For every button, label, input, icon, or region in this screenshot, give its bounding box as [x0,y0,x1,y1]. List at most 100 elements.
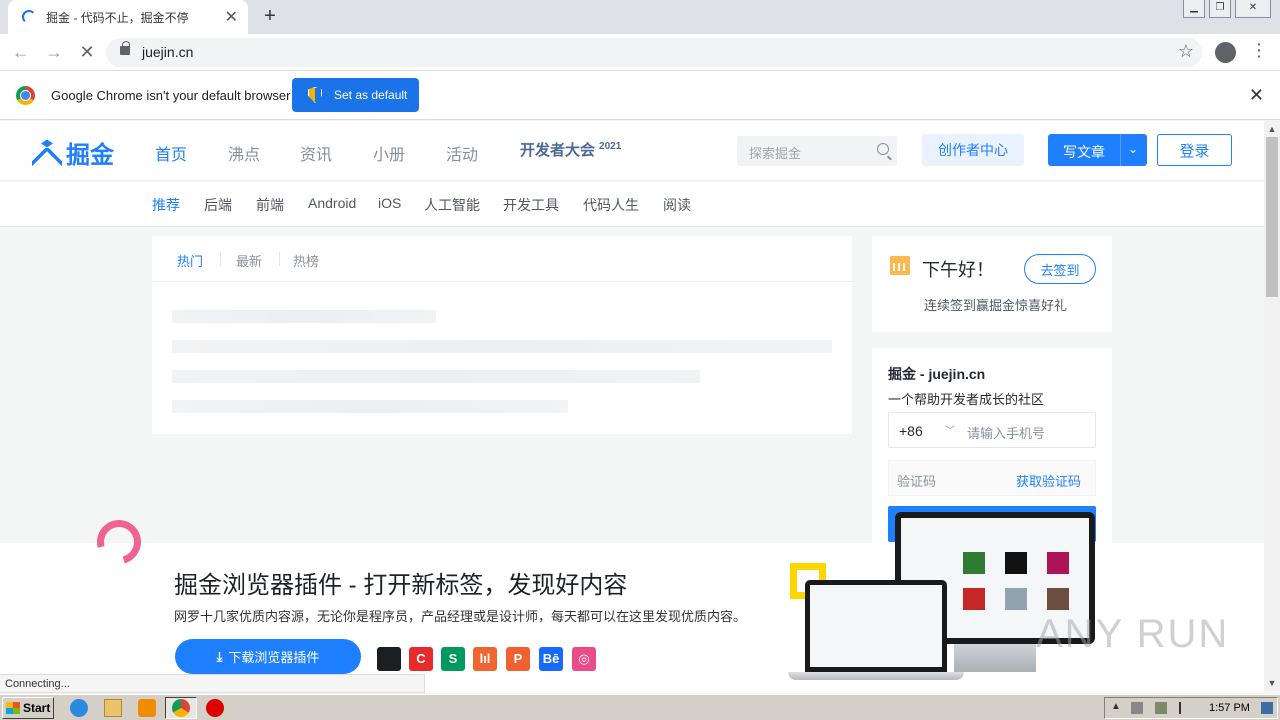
tab-ranking[interactable]: 热榜 [293,251,319,270]
profile-avatar-icon[interactable] [1215,42,1236,63]
search-input[interactable]: 探索掘金 [737,136,897,166]
nav-events[interactable]: 活动 [446,141,478,165]
conference-year: 2021 [599,141,622,152]
url-text: juejin.cn [142,44,194,60]
get-code-button[interactable]: 获取验证码 [1016,471,1081,490]
country-code-select[interactable]: +86 [899,423,923,439]
phone-field[interactable]: +86 ﹀ 请输入手机号 [888,412,1096,448]
login-card-title: 掘金 - juejin.cn [888,366,986,382]
category-backend[interactable]: 后端 [204,195,232,215]
verification-code-field[interactable]: 验证码 获取验证码 [888,460,1096,496]
thumbnail-image [1005,588,1027,610]
scroll-up-icon[interactable]: ▲ [1264,121,1280,137]
laptop-base [788,672,964,680]
new-tab-button[interactable]: + [258,4,282,28]
close-window-button[interactable]: ✕ [1235,0,1271,18]
github-icon [377,647,401,671]
windows-logo-icon [6,702,20,714]
search-icon[interactable] [877,143,889,155]
scrollbar-thumb[interactable] [1266,137,1278,297]
category-dev-tools[interactable]: 开发工具 [503,195,559,215]
nav-pins[interactable]: 沸点 [228,141,260,165]
signin-card: 下午好！ 去签到 连续签到赢掘金惊喜好礼 [872,236,1112,332]
set-as-default-label: Set as default [334,88,408,102]
taskbar-clock[interactable]: 1:57 PM [1209,702,1250,714]
calendar-icon [890,256,910,275]
category-code-life[interactable]: 代码人生 [583,195,639,215]
media-player-icon[interactable] [138,699,156,717]
minimize-button[interactable]: ▁ [1183,0,1205,18]
promo-headline: 掘金浏览器插件 - 打开新标签，发现好内容 [174,572,628,599]
skeleton-line [172,310,436,323]
tab-strip: 掘金 - 代码不止，掘金不停 ✕ + ▁ ❐ ✕ [0,0,1280,34]
close-tab-icon[interactable]: ✕ [225,7,238,27]
category-recommended[interactable]: 推荐 [152,195,180,215]
creator-center-button[interactable]: 创作者中心 [922,134,1024,166]
set-as-default-button[interactable]: Set as default [292,78,419,112]
stop-button[interactable]: ✕ [75,40,99,64]
menu-kebab-icon[interactable]: ⋮ [1250,40,1268,61]
developer-conference-link[interactable]: 开发者大会 2021 [520,139,621,160]
thumbnail-image [963,588,985,610]
juejin-logo-icon [32,140,62,166]
bookmark-star-icon[interactable]: ☆ [1178,41,1194,62]
speaker-icon[interactable] [1131,702,1143,714]
security-alert-icon[interactable] [206,699,224,717]
promo-description: 网罗十几家优质内容源，无论你是程序员，产品经理或是设计师，每天都可以在这里发现优… [174,609,747,624]
infobar-message: Google Chrome isn't your default browser [51,88,291,103]
tab-hot[interactable]: 热门 [177,251,203,270]
nav-home[interactable]: 首页 [155,141,187,165]
windows-taskbar: Start ▲ 1:57 PM [0,694,1280,720]
login-button[interactable]: 登录 [1157,134,1232,166]
write-article-button[interactable]: 写文章 ⌄ [1048,134,1147,166]
nav-books[interactable]: 小册 [373,141,405,165]
chevron-down-icon[interactable]: ﹀ [945,422,955,437]
download-extension-button[interactable]: ⤓ 下载浏览器插件 [175,639,361,674]
juejin-logo[interactable]: 掘金 [32,135,114,170]
scroll-down-icon[interactable]: ▼ [1264,675,1280,691]
category-frontend[interactable]: 前端 [256,195,284,215]
category-reading[interactable]: 阅读 [663,195,691,215]
write-divider [1120,134,1121,166]
laptop-illustration [805,580,947,672]
feed-tabs: 热门 最新 热榜 [152,236,852,282]
start-button[interactable]: Start [2,697,54,719]
action-center-flag-icon[interactable] [1179,702,1191,714]
page-scrollbar[interactable]: ▲ ▼ [1264,121,1280,691]
producthunt-icon: P [506,647,530,671]
site-header: 掘金 首页 沸点 资讯 小册 活动 开发者大会 2021 探索掘金 创作者中心 写… [0,121,1264,181]
nav-news[interactable]: 资讯 [300,141,332,165]
forward-button[interactable]: → [42,40,66,64]
shield-icon [308,87,322,103]
tab-divider [220,252,221,266]
network-icon[interactable] [1155,702,1167,714]
file-explorer-icon[interactable] [104,699,122,717]
behance-icon: Bē [539,647,563,671]
chrome-logo-icon [16,86,35,105]
category-ai[interactable]: 人工智能 [424,195,480,215]
restore-button[interactable]: ❐ [1209,0,1231,18]
category-android[interactable]: Android [308,195,356,211]
show-desktop-icon[interactable] [1261,702,1273,714]
category-bar: 推荐 后端 前端 Android iOS 人工智能 开发工具 代码人生 阅读 [0,182,1264,227]
tray-expand-icon[interactable]: ▲ [1111,701,1121,712]
address-bar[interactable]: juejin.cn ☆ [106,38,1202,67]
article-feed: 热门 最新 热榜 [152,236,852,434]
logo-text: 掘金 [66,142,114,169]
dribbble-icon: ◎ [572,647,596,671]
close-infobar-icon[interactable]: ✕ [1249,85,1264,106]
category-ios[interactable]: iOS [378,195,401,211]
browser-tab[interactable]: 掘金 - 代码不止，掘金不停 ✕ [8,0,248,34]
monitor-stand [954,644,1036,672]
internet-explorer-icon[interactable] [70,699,88,717]
check-in-button[interactable]: 去签到 [1024,254,1096,284]
tab-divider [279,252,280,266]
thumbnail-image [963,552,985,574]
chrome-taskbar-button[interactable] [165,697,197,719]
chevron-down-icon[interactable]: ⌄ [1128,142,1138,156]
login-card-subtitle: 一个帮助开发者成长的社区 [888,392,1045,407]
back-button[interactable]: ← [9,40,33,64]
greeting-text: 下午好！ [922,260,994,280]
tab-latest[interactable]: 最新 [236,251,262,270]
check-in-subtitle: 连续签到赢掘金惊喜好礼 [924,298,1068,313]
